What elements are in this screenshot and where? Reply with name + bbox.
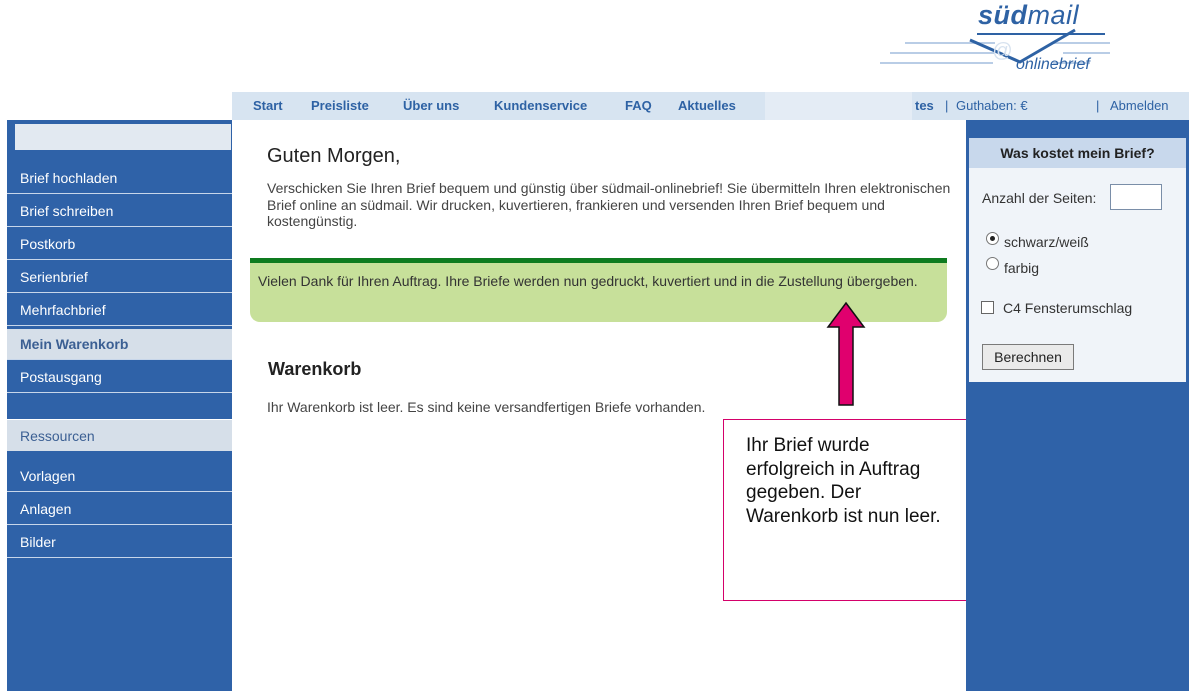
annotation-arrow-icon <box>826 301 866 406</box>
nav-partial-item[interactable]: tes <box>915 92 934 120</box>
calculate-button[interactable]: Berechnen <box>982 344 1074 370</box>
right-sidebar: Was kostet mein Brief? Anzahl der Seiten… <box>966 120 1189 691</box>
nav-faq[interactable]: FAQ <box>625 92 652 120</box>
price-calculator: Was kostet mein Brief? Anzahl der Seiten… <box>969 138 1186 382</box>
sidebar-item-mein-warenkorb[interactable]: Mein Warenkorb <box>7 329 232 360</box>
sidebar-item-brief-schreiben[interactable]: Brief schreiben <box>7 195 232 227</box>
pages-input[interactable] <box>1110 184 1162 210</box>
nav-aktuelles[interactable]: Aktuelles <box>678 92 736 120</box>
c4-envelope-checkbox[interactable] <box>981 301 994 314</box>
suedmail-logo: @ südmail onlinebrief <box>875 0 1189 88</box>
calculator-title: Was kostet mein Brief? <box>969 138 1186 168</box>
sidebar-item-serienbrief[interactable]: Serienbrief <box>7 261 232 293</box>
sidebar-heading-ressourcen: Ressourcen <box>7 419 232 451</box>
logo-subtitle: onlinebrief <box>1016 56 1090 73</box>
nav-kundenservice[interactable]: Kundenservice <box>494 92 587 120</box>
radio-farbig[interactable] <box>986 257 999 270</box>
sidebar-item-bilder[interactable]: Bilder <box>7 526 232 558</box>
svg-text:@: @ <box>992 40 1012 62</box>
c4-envelope-label: C4 Fensterumschlag <box>1003 300 1133 316</box>
sidebar-item-anlagen[interactable]: Anlagen <box>7 493 232 525</box>
nav-separator: | <box>945 98 949 113</box>
intro-text: Verschicken Sie Ihren Brief bequem und g… <box>267 180 951 229</box>
cart-empty-text: Ihr Warenkorb ist leer. Es sind keine ve… <box>267 399 706 415</box>
option-schwarz-weiss-label: schwarz/weiß <box>1004 234 1089 250</box>
radio-schwarz-weiss[interactable] <box>986 232 999 245</box>
page-greeting: Guten Morgen, <box>267 145 401 167</box>
sidebar-item-mehrfachbrief[interactable]: Mehrfachbrief <box>7 294 232 326</box>
logo-wordmark: südmail <box>978 0 1080 30</box>
nav-separator: | <box>1096 98 1100 113</box>
option-farbig-label: farbig <box>1004 260 1040 276</box>
nav-redacted-area <box>765 92 912 120</box>
nav-ueber-uns[interactable]: Über uns <box>403 92 459 120</box>
left-sidebar: Brief hochladen Brief schreiben Postkorb… <box>7 120 232 691</box>
top-navigation: Start Preisliste Über uns Kundenservice … <box>232 92 1189 120</box>
nav-start[interactable]: Start <box>253 92 283 120</box>
sidebar-item-vorlagen[interactable]: Vorlagen <box>7 460 232 492</box>
annotation-callout: Ihr Brief wurde erfolgreich in Auftrag g… <box>723 419 974 601</box>
pages-label: Anzahl der Seiten: <box>982 190 1097 206</box>
sidebar-item-postausgang[interactable]: Postausgang <box>7 361 232 393</box>
cart-title: Warenkorb <box>268 359 362 379</box>
balance-label: Guthaben: € <box>956 98 1028 113</box>
nav-preisliste[interactable]: Preisliste <box>311 92 369 120</box>
sidebar-item-brief-hochladen[interactable]: Brief hochladen <box>7 162 232 194</box>
sidebar-top-panel <box>15 124 231 150</box>
logout-link[interactable]: Abmelden <box>1110 92 1169 120</box>
sidebar-item-postkorb[interactable]: Postkorb <box>7 228 232 260</box>
